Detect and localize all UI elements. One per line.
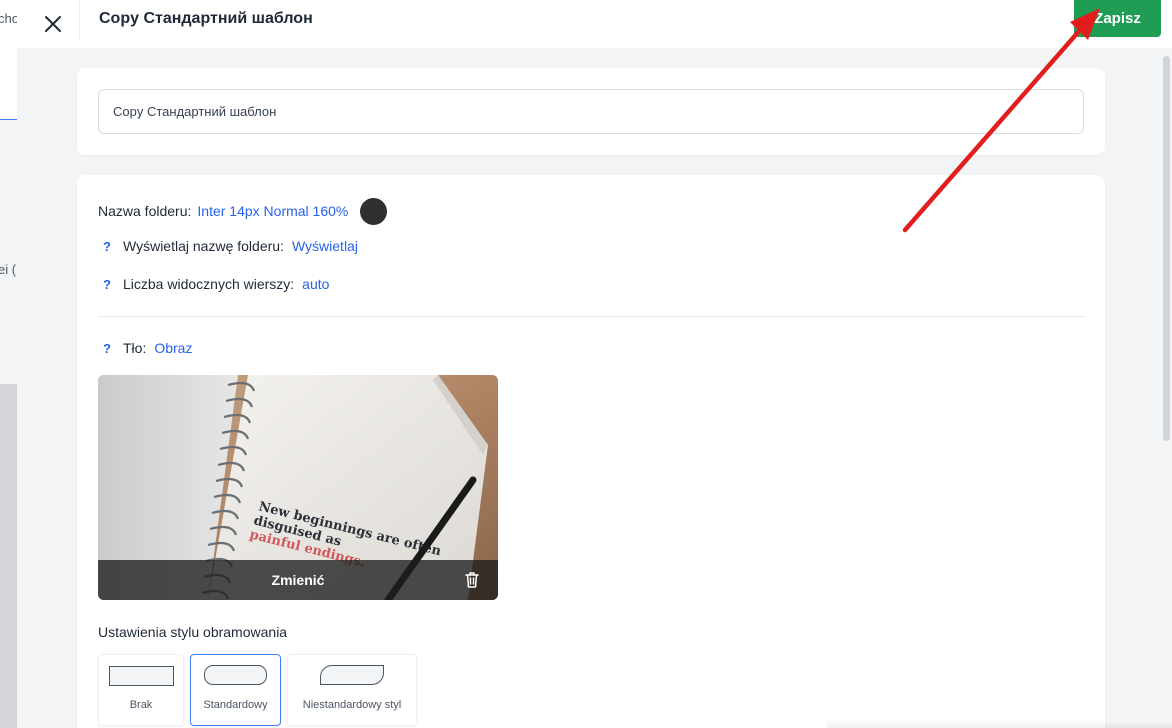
background-app-text: ei ( [0, 262, 17, 277]
background-label: Tło: [123, 340, 147, 356]
scrollbar[interactable] [1163, 56, 1170, 441]
panel-shadow [827, 720, 1172, 728]
modal-header: Copy Стандартний шаблон Zapisz [17, 0, 1172, 48]
help-icon[interactable]: ? [103, 239, 123, 254]
border-preview-custom [320, 665, 384, 685]
change-image-button[interactable]: Zmienić [272, 572, 325, 588]
background-app: cho ei ( [0, 0, 17, 728]
template-name-input[interactable] [98, 89, 1084, 134]
border-option-standard[interactable]: Standardowy [190, 654, 281, 726]
folder-settings-card: Nazwa folderu: Inter 14px Normal 160% ? … [77, 175, 1105, 728]
show-folder-name-label: Wyświetlaj nazwę folderu: [123, 238, 284, 254]
save-button[interactable]: Zapisz [1074, 0, 1161, 37]
divider [98, 316, 1085, 317]
folder-name-label: Nazwa folderu: [98, 203, 192, 219]
background-image-preview: New beginnings are often disguised as pa… [98, 375, 498, 600]
visible-rows-value[interactable]: auto [302, 276, 329, 292]
show-folder-name-value[interactable]: Wyświetlaj [292, 238, 358, 254]
visible-rows-setting: ? Liczba widocznych wierszy: auto [103, 274, 329, 294]
folder-font-value[interactable]: Inter 14px Normal 160% [197, 203, 348, 219]
background-app-header: cho [0, 0, 17, 120]
border-option-label: Standardowy [203, 699, 268, 711]
background-value[interactable]: Obraz [154, 340, 192, 356]
template-name-card [77, 68, 1105, 155]
image-actions-bar: Zmienić [98, 560, 498, 600]
background-app-panel: ei ( [0, 120, 17, 385]
border-preview-standard [204, 665, 267, 685]
trash-icon[interactable] [462, 570, 482, 590]
close-icon [45, 16, 61, 32]
border-option-label: Niestandardowy styl [302, 699, 402, 711]
folder-name-setting: Nazwa folderu: Inter 14px Normal 160% [98, 197, 388, 225]
border-style-title: Ustawienia stylu obramowania [98, 624, 288, 640]
background-app-overlay [0, 385, 17, 728]
visible-rows-label: Liczba widocznych wierszy: [123, 276, 295, 292]
close-button[interactable] [35, 6, 71, 42]
show-folder-name-setting: ? Wyświetlaj nazwę folderu: Wyświetlaj [103, 236, 358, 256]
modal-title: Copy Стандартний шаблон [99, 10, 313, 27]
header-divider [79, 0, 80, 40]
background-app-text: cho [0, 11, 17, 26]
background-setting: ? Tło: Obraz [103, 338, 192, 358]
help-icon[interactable]: ? [103, 277, 123, 292]
border-option-label: Brak [129, 699, 153, 711]
border-option-none[interactable]: Brak [98, 654, 184, 726]
help-icon[interactable]: ? [103, 341, 123, 356]
border-option-custom[interactable]: Niestandardowy styl [287, 654, 417, 726]
edit-template-modal: Copy Стандартний шаблон Zapisz Nazwa fol… [17, 0, 1172, 728]
folder-color-swatch[interactable] [360, 197, 388, 225]
border-preview-none [109, 666, 174, 686]
